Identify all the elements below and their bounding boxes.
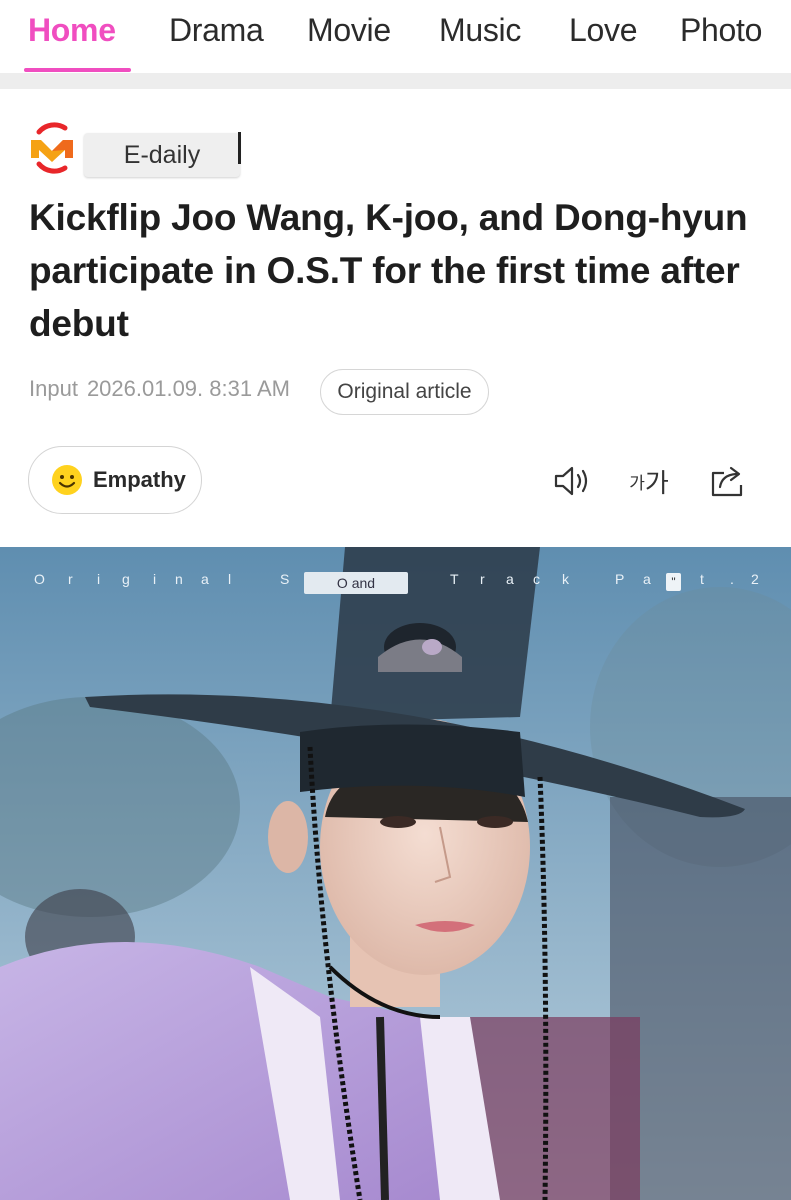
tab-home[interactable]: Home xyxy=(28,12,116,49)
empathy-button[interactable]: Empathy xyxy=(28,446,202,514)
article-hero-image[interactable]: O r i g i n a l S O and T r a c k P a " … xyxy=(0,547,791,1200)
overlay-letter: T xyxy=(450,571,459,587)
overlay-letter: g xyxy=(122,571,130,587)
overlay-letter: l xyxy=(228,571,232,587)
overlay-letter: r xyxy=(68,571,73,587)
overlay-mark: " xyxy=(666,573,681,591)
tab-music[interactable]: Music xyxy=(439,12,521,49)
empathy-label: Empathy xyxy=(93,467,186,492)
share-icon[interactable] xyxy=(708,462,748,500)
source-pill-edge xyxy=(238,132,241,164)
overlay-letter: P xyxy=(615,571,625,587)
overlay-letter: c xyxy=(533,571,540,587)
article-meta: Input 2026.01.09. 8:31 AM xyxy=(29,376,290,402)
media-logo-icon[interactable] xyxy=(27,118,77,178)
source-name-label[interactable]: E-daily xyxy=(84,133,240,177)
font-size-small-glyph: 가 xyxy=(629,473,645,493)
overlay-letter: 2 xyxy=(751,571,759,587)
active-tab-indicator xyxy=(24,68,131,72)
overlay-letter: O xyxy=(34,571,45,587)
hero-illustration xyxy=(0,547,791,1200)
overlay-letter: r xyxy=(480,571,485,587)
tab-love[interactable]: Love xyxy=(569,12,638,49)
category-tab-bar: Home Drama Movie Music Love Photo xyxy=(0,0,791,74)
font-size-button[interactable]: 가가 xyxy=(626,462,672,500)
tab-drama[interactable]: Drama xyxy=(169,12,264,49)
speaker-icon[interactable] xyxy=(552,462,592,500)
font-size-large-glyph: 가 xyxy=(644,467,669,498)
smiley-icon xyxy=(52,465,82,495)
overlay-letter: n xyxy=(175,571,183,587)
overlay-letter: i xyxy=(97,571,101,587)
overlay-letter: k xyxy=(562,571,569,587)
overlay-letter: a xyxy=(201,571,209,587)
article-timestamp: 2026.01.09. 8:31 AM xyxy=(86,376,290,401)
overlay-letter: S xyxy=(280,571,290,587)
input-label: Input xyxy=(29,376,78,401)
overlay-letter: a xyxy=(643,571,651,587)
original-article-button[interactable]: Original article xyxy=(320,369,489,415)
overlay-letter: i xyxy=(153,571,157,587)
overlay-label-box: O and xyxy=(304,572,408,594)
tab-photo[interactable]: Photo xyxy=(680,12,762,49)
overlay-letter: a xyxy=(506,571,514,587)
article-headline: Kickflip Joo Wang, K-joo, and Dong-hyun … xyxy=(29,197,748,344)
section-divider xyxy=(0,73,791,89)
tab-movie[interactable]: Movie xyxy=(307,12,391,49)
overlay-letter: t xyxy=(700,571,704,587)
overlay-letter: . xyxy=(730,571,734,587)
